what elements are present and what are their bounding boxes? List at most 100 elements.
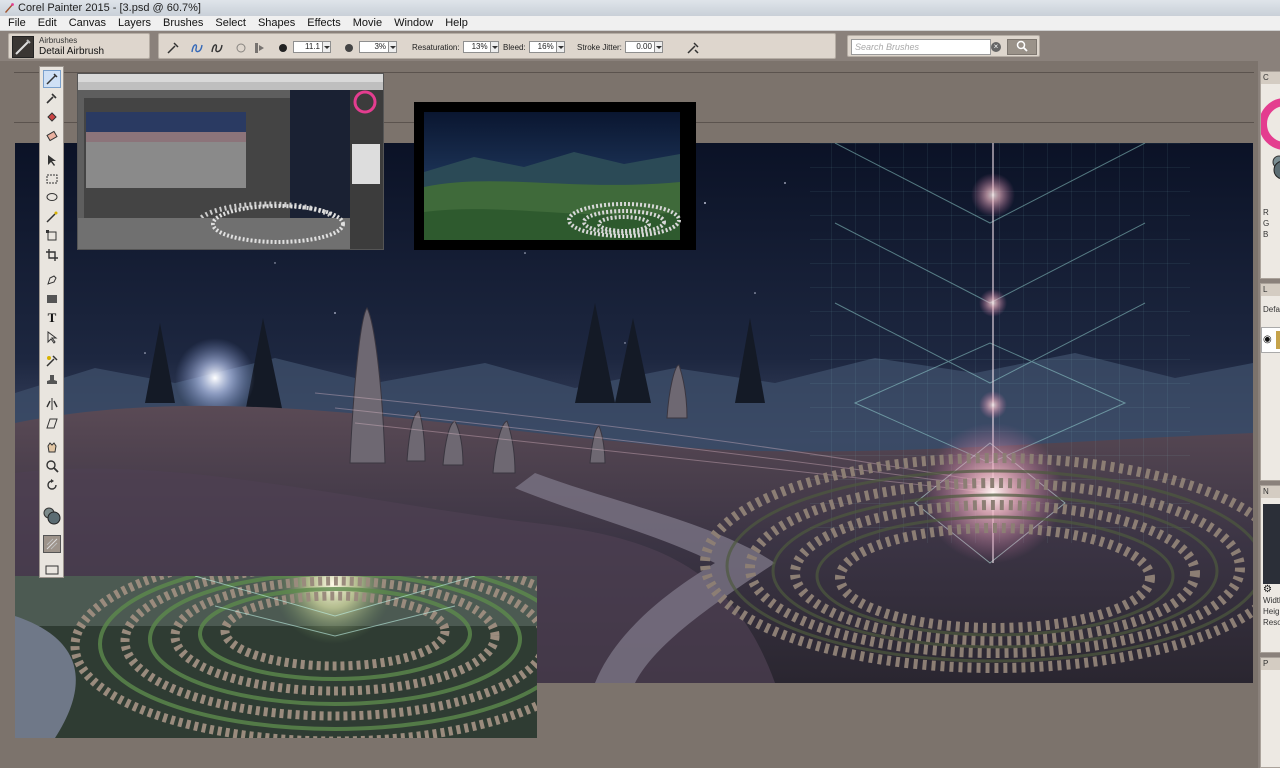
airbrush-icon — [15, 39, 31, 55]
rect-select-icon[interactable] — [43, 170, 61, 188]
media-icon[interactable] — [43, 561, 61, 579]
brush-thumbnail[interactable] — [12, 36, 34, 58]
stroke-attributes-icon[interactable] — [251, 40, 267, 56]
lasso-icon[interactable] — [43, 189, 61, 207]
color-swatch-icon[interactable] — [43, 507, 61, 525]
perspective-icon[interactable] — [43, 414, 61, 432]
menu-shapes[interactable]: Shapes — [252, 16, 301, 31]
color-panel[interactable]: C R G B — [1260, 71, 1280, 279]
color-b-label: B — [1263, 230, 1269, 239]
layer-thumbnail[interactable] — [1276, 331, 1280, 349]
pen-icon[interactable] — [43, 271, 61, 289]
nav-resolution-label: Reso — [1263, 618, 1280, 627]
resaturation-input[interactable]: 13% — [462, 41, 491, 53]
menu-window[interactable]: Window — [388, 16, 439, 31]
magnifier-icon[interactable] — [43, 457, 61, 475]
opacity-control[interactable]: 3% — [359, 40, 397, 54]
landscape-thumbnail — [414, 102, 696, 250]
size-dot-icon — [275, 40, 291, 56]
search-icon — [1016, 40, 1028, 52]
dab-preview-icon[interactable] — [685, 40, 701, 56]
paint-bucket-icon[interactable] — [43, 108, 61, 126]
brush-category-label: Airbrushes — [39, 36, 78, 45]
brush-variant-label: Detail Airbrush — [39, 46, 105, 57]
nav-height-label: Heigh — [1263, 607, 1280, 616]
color-g-label: G — [1263, 219, 1270, 228]
menu-file[interactable]: File — [2, 16, 32, 31]
layers-panel-header[interactable]: L — [1261, 284, 1280, 296]
layers-panel[interactable]: L Defa ◉ — [1260, 283, 1280, 481]
rotate-page-icon[interactable] — [43, 476, 61, 494]
bleed-input[interactable]: 16% — [528, 41, 557, 53]
size-input[interactable]: 11.1 — [293, 41, 323, 53]
brush-controls: 11.1 3% Resaturation: 13% Bleed: 16% Str… — [158, 33, 836, 59]
resaturation-dropdown-icon[interactable] — [490, 41, 499, 53]
navigator-preview[interactable] — [1263, 504, 1280, 584]
menu-help[interactable]: Help — [439, 16, 474, 31]
rubber-stamp-icon[interactable] — [43, 371, 61, 389]
menu-select[interactable]: Select — [209, 16, 252, 31]
layer-adjuster-icon[interactable] — [43, 151, 61, 169]
opacity-input[interactable]: 3% — [359, 41, 389, 53]
visibility-eye-icon[interactable]: ◉ — [1263, 334, 1272, 345]
paper-panel-header[interactable]: P — [1261, 658, 1280, 670]
reference-screenshot-image[interactable] — [77, 73, 384, 250]
stroke-jitter-input[interactable]: 0.00 — [624, 41, 655, 53]
layer-composite-method[interactable]: Defa — [1261, 304, 1280, 315]
search-brushes-box: × — [847, 35, 1040, 57]
color-panel-header[interactable]: C — [1261, 72, 1280, 84]
title-bar: Corel Painter 2015 - [3.psd @ 60.7%] — [0, 0, 1280, 16]
brush-tool-icon[interactable] — [43, 70, 61, 88]
reference-labyrinth-image[interactable] — [15, 576, 537, 738]
resaturation-label: Resaturation: — [412, 42, 460, 52]
clear-search-icon[interactable]: × — [991, 42, 1001, 52]
brush-selector[interactable]: Airbrushes Detail Airbrush — [8, 33, 150, 59]
mirror-icon[interactable] — [43, 395, 61, 413]
opacity-dot-icon — [341, 40, 357, 56]
opacity-dropdown-icon[interactable] — [389, 41, 397, 53]
menu-edit[interactable]: Edit — [32, 16, 63, 31]
navigator-panel-header[interactable]: N — [1261, 486, 1280, 498]
menu-effects[interactable]: Effects — [301, 16, 346, 31]
lock-stroke-icon[interactable] — [233, 40, 249, 56]
stroke-jitter-label: Stroke Jitter: — [577, 42, 622, 52]
stroke-type-freehand-icon[interactable] — [189, 40, 205, 56]
menu-layers[interactable]: Layers — [112, 16, 157, 31]
stroke-jitter-control[interactable]: Stroke Jitter: 0.00 — [577, 40, 663, 54]
eraser-icon[interactable] — [43, 127, 61, 145]
color-wheel[interactable] — [1261, 84, 1280, 204]
bleed-dropdown-icon[interactable] — [556, 41, 565, 53]
text-icon[interactable]: T — [43, 309, 61, 327]
menu-brushes[interactable]: Brushes — [157, 16, 209, 31]
stroke-jitter-dropdown-icon[interactable] — [654, 41, 663, 53]
layer-row[interactable]: ◉ — [1261, 327, 1280, 353]
shape-select-icon[interactable] — [43, 328, 61, 346]
reset-tool-icon[interactable] — [165, 40, 181, 56]
size-dropdown-icon[interactable] — [323, 41, 331, 53]
navigator-panel[interactable]: N ⚙ Width Heigh Reso — [1260, 485, 1280, 653]
search-button[interactable] — [1007, 39, 1037, 55]
crop-icon[interactable] — [43, 246, 61, 264]
menu-movie[interactable]: Movie — [347, 16, 388, 31]
toolbox: T — [39, 66, 64, 578]
stroke-type-straight-icon[interactable] — [209, 40, 225, 56]
reference-landscape-image[interactable] — [414, 102, 696, 250]
painter-app-icon[interactable] — [3, 2, 15, 14]
magic-wand-icon[interactable] — [43, 208, 61, 226]
navigator-settings-icon[interactable]: ⚙ — [1261, 584, 1280, 595]
paper-panel[interactable]: P — [1260, 657, 1280, 768]
resaturation-control[interactable]: Resaturation: 13% — [412, 40, 499, 54]
transform-icon[interactable] — [43, 227, 61, 245]
nav-width-label: Width — [1263, 596, 1280, 605]
bleed-label: Bleed: — [503, 42, 526, 52]
menu-canvas[interactable]: Canvas — [63, 16, 112, 31]
menu-bar: File Edit Canvas Layers Brushes Select S… — [0, 16, 1280, 31]
paper-icon[interactable] — [43, 535, 61, 553]
cloner-icon[interactable] — [43, 352, 61, 370]
dropper-icon[interactable] — [43, 89, 61, 107]
grabber-icon[interactable] — [43, 438, 61, 456]
search-brushes-input[interactable] — [851, 39, 991, 55]
rectangle-shape-icon[interactable] — [43, 290, 61, 308]
size-control[interactable]: 11.1 — [293, 40, 331, 54]
bleed-control[interactable]: Bleed: 16% — [503, 40, 565, 54]
